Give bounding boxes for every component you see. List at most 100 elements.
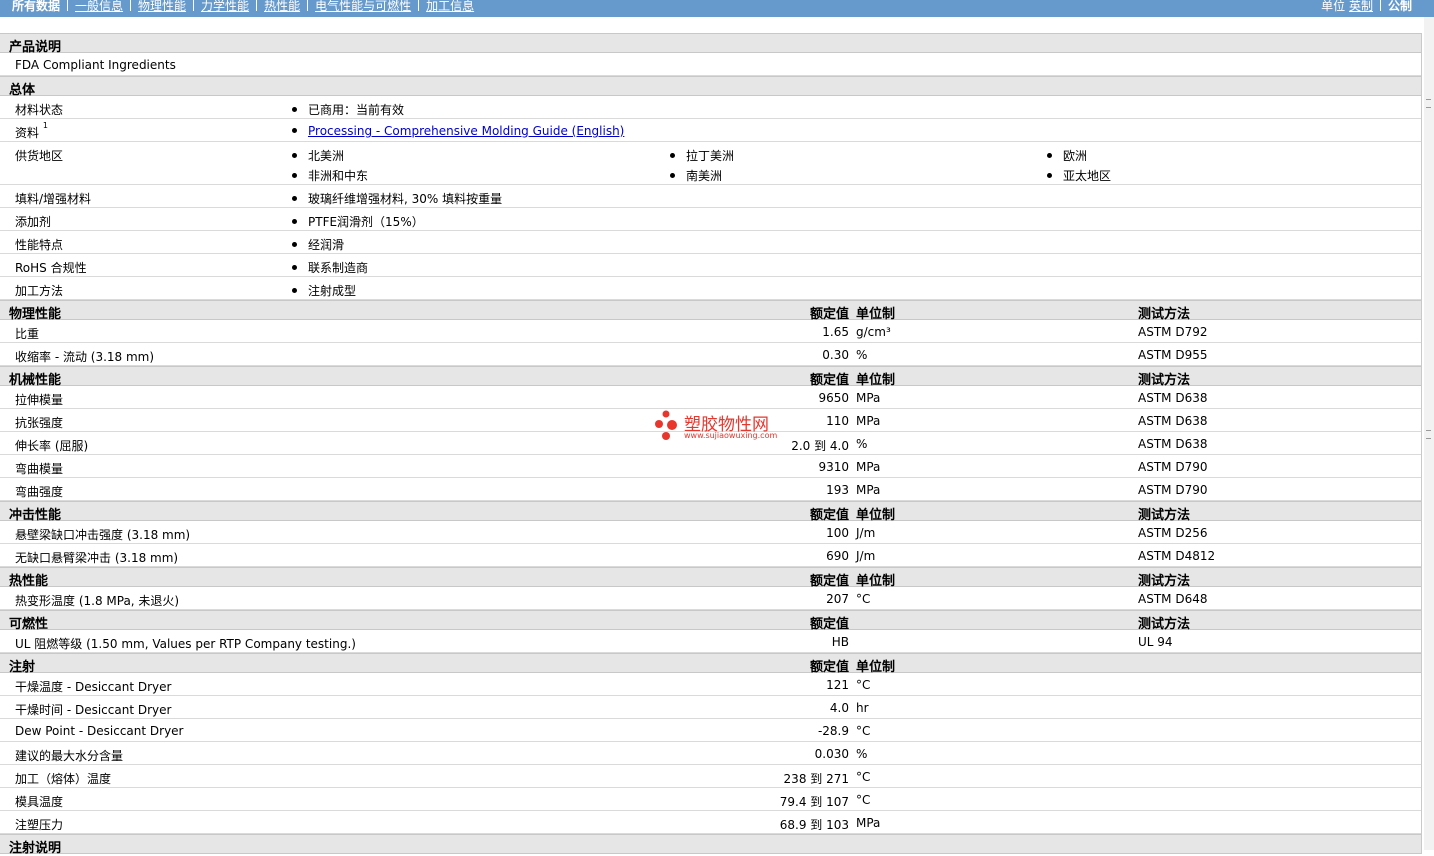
bullet-icon — [292, 288, 297, 293]
tab-electrical-flammability[interactable]: 电气性能与可燃性 — [315, 0, 411, 13]
description-row: FDA Compliant Ingredients — [0, 53, 1421, 76]
bullet-icon — [292, 128, 297, 133]
property-value: 110 — [826, 414, 849, 428]
bullet-item: 联系制造商 — [292, 259, 368, 276]
tab-separator — [67, 0, 69, 11]
property-unit: MPa — [856, 460, 881, 474]
property-label: 无缺口悬臂梁冲击 (3.18 mm) — [15, 551, 179, 565]
property-row: 悬壁梁缺口冲击强度 (3.18 mm) 100 J/m ASTM D256 — [0, 521, 1421, 544]
tab-general-info[interactable]: 一般信息 — [75, 0, 123, 13]
property-unit: °C — [856, 793, 871, 807]
units-imperial-link[interactable]: 英制 — [1349, 0, 1373, 13]
property-value: 2.0 到 4.0 — [791, 439, 849, 453]
footnote-marker: 1 — [42, 121, 48, 130]
property-value: 79.4 到 107 — [779, 795, 849, 809]
property-label: 拉伸模量 — [15, 393, 64, 407]
bullet-text: 联系制造商 — [308, 261, 369, 275]
property-unit: °C — [856, 678, 871, 692]
test-method: ASTM D256 — [1138, 526, 1208, 540]
bullet-icon — [292, 173, 297, 178]
general-row-material-status: 材料状态 已商用：当前有效 — [0, 96, 1421, 119]
unit-switcher: 单位 英制 公制 — [1321, 0, 1412, 14]
test-method: ASTM D638 — [1138, 414, 1208, 428]
bullet-item: PTFE润滑剂（15%） — [292, 213, 424, 230]
property-unit: % — [856, 437, 868, 451]
region-text: 南美洲 — [686, 169, 723, 183]
tab-separator — [307, 0, 309, 11]
property-label: 填料/增强材料 — [15, 192, 92, 206]
bullet-icon — [1047, 153, 1052, 158]
bullet-icon — [670, 173, 675, 178]
scrollbar-grip-icon[interactable] — [1426, 430, 1431, 439]
scrollbar-grip-icon[interactable] — [1426, 99, 1431, 108]
bullet-text: 经润滑 — [308, 238, 345, 252]
property-value: 68.9 到 103 — [779, 818, 849, 832]
property-row: 弯曲模量 9310 MPa ASTM D790 — [0, 455, 1421, 478]
general-row-processing-method: 加工方法 注射成型 — [0, 277, 1421, 300]
property-unit: MPa — [856, 483, 881, 497]
property-value: 193 — [826, 483, 849, 497]
tab-separator — [130, 0, 132, 11]
tab-all-data[interactable]: 所有数据 — [12, 0, 60, 13]
tab-thermal[interactable]: 热性能 — [264, 0, 300, 13]
test-method: ASTM D955 — [1138, 348, 1208, 362]
property-value: 121 — [826, 678, 849, 692]
property-label: 弯曲强度 — [15, 485, 64, 499]
property-value: 4.0 — [829, 701, 849, 715]
section-header-impact: 冲击性能 额定值 单位制 测试方法 — [0, 501, 1421, 523]
property-label: 添加剂 — [15, 215, 52, 229]
property-value: 9650 — [818, 391, 849, 405]
property-unit: °C — [856, 724, 871, 738]
section-header-injection-notes: 注射说明 — [0, 834, 1421, 856]
property-row: UL 阻燃等级 (1.50 mm, Values per RTP Company… — [0, 630, 1421, 653]
vertical-scrollbar[interactable] — [1424, 17, 1434, 850]
property-label: 干燥时间 - Desiccant Dryer — [15, 703, 172, 717]
tab-mechanical[interactable]: 力学性能 — [201, 0, 249, 13]
bullet-item: Processing - Comprehensive Molding Guide… — [292, 124, 624, 138]
test-method: ASTM D790 — [1138, 460, 1208, 474]
property-label: 建议的最大水分含量 — [15, 749, 124, 763]
general-row-features: 性能特点 经润滑 — [0, 231, 1421, 254]
tab-separator — [256, 0, 258, 11]
test-method: ASTM D638 — [1138, 391, 1208, 405]
property-value: 100 — [826, 526, 849, 540]
property-unit: °C — [856, 592, 871, 606]
property-unit: °C — [856, 770, 871, 784]
region-text: 欧洲 — [1063, 149, 1088, 163]
bullet-icon — [292, 265, 297, 270]
property-value: 0.30 — [822, 348, 849, 362]
bullet-text: 注射成型 — [308, 284, 357, 298]
property-value: -28.9 — [817, 724, 849, 738]
molding-guide-link[interactable]: Processing - Comprehensive Molding Guide… — [308, 124, 624, 138]
bullet-item: 经润滑 — [292, 236, 344, 253]
section-title: 注射说明 — [9, 841, 62, 856]
property-row: 建议的最大水分含量 0.030 % — [0, 742, 1421, 765]
general-row-additive: 添加剂 PTFE润滑剂（15%） — [0, 208, 1421, 231]
property-value: 207 — [826, 592, 849, 606]
property-row: 干燥时间 - Desiccant Dryer 4.0 hr — [0, 696, 1421, 719]
property-value: 9310 — [818, 460, 849, 474]
property-row: 干燥温度 - Desiccant Dryer 121 °C — [0, 673, 1421, 696]
property-label: Dew Point - Desiccant Dryer — [15, 724, 184, 738]
property-label: 悬壁梁缺口冲击强度 (3.18 mm) — [15, 528, 191, 542]
section-header-product-description: 产品说明 — [0, 33, 1421, 55]
units-metric-current: 公制 — [1387, 0, 1412, 13]
test-method: ASTM D638 — [1138, 437, 1208, 451]
tab-separator — [418, 0, 420, 11]
property-label: 模具温度 — [15, 795, 64, 809]
region-item: 南美洲 — [670, 167, 722, 184]
property-unit: J/m — [856, 526, 876, 540]
tab-physical[interactable]: 物理性能 — [138, 0, 186, 13]
property-row: 加工（熔体）温度 238 到 271 °C — [0, 765, 1421, 788]
property-label: 注塑压力 — [15, 818, 64, 832]
tab-separator — [193, 0, 195, 11]
property-unit: % — [856, 747, 868, 761]
property-value: 238 到 271 — [783, 772, 849, 786]
property-row: 无缺口悬臂梁冲击 (3.18 mm) 690 J/m ASTM D4812 — [0, 544, 1421, 567]
watermark-url: www.sujiaowuxing.com — [684, 431, 778, 440]
tab-processing[interactable]: 加工信息 — [426, 0, 474, 13]
units-separator — [1379, 0, 1381, 11]
property-label: 加工（熔体）温度 — [15, 772, 112, 786]
property-row: 热变形温度 (1.8 MPa, 未退火) 207 °C ASTM D648 — [0, 587, 1421, 610]
watermark-logo-icon — [655, 410, 677, 440]
